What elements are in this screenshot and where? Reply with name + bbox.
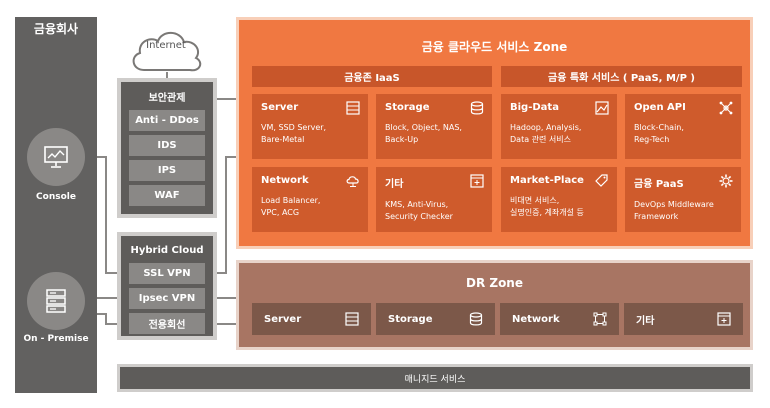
card-desc: KMS, Anti-Virus, Security Checker [385,200,453,221]
window-plus-icon [470,174,484,188]
cloud-network-icon [346,176,359,187]
dr-item-label: Storage [388,313,433,325]
card-marketplace: Market-Place 비대면 서비스, 실명인증, 계좌개설 등 [501,167,617,232]
onpremise-node [27,272,85,330]
card-server: Server VM, SSD Server, Bare-Metal [252,94,368,159]
security-item: IDS [129,135,205,156]
connector-line [225,156,227,274]
card-desc: Block, Object, NAS, Back-Up [385,123,462,144]
hybrid-cloud-title: Hybrid Cloud [130,245,204,256]
dr-zone-title: DR Zone [465,276,523,290]
chart-image-icon [595,101,609,115]
card-desc: DevOps Middleware Framework [634,200,714,221]
card-openapi: Open API Block-Chain, Reg-Tech [625,94,741,159]
security-item: IPS [129,160,205,181]
card-bigdata: Big-Data Hadoop, Analysis, Data 관련 서비스 [501,94,617,159]
card-desc: Block-Chain, Reg-Tech [634,123,684,144]
monitor-icon [44,146,68,168]
card-desc: VM, SSD Server, Bare-Metal [261,123,327,144]
card-network: Network Load Balancer, VPC, ACG [252,167,368,232]
card-desc: Hadoop, Analysis, Data 관련 서비스 [510,123,582,144]
card-desc: Load Balancer, VPC, ACG [261,196,321,217]
connector-line [105,156,107,272]
console-label: Console [36,192,76,202]
network-nodes-icon [593,312,607,326]
internet-label: Internet [146,40,186,51]
hybrid-item: 전용회선 [129,313,205,334]
security-title: 보안관제 [148,93,186,104]
dr-item-label: Network [512,313,560,325]
dr-item-label: Server [264,313,302,325]
onpremise-label: On - Premise [23,334,89,344]
hybrid-item: Ipsec VPN [129,288,205,309]
server-rack-icon [46,289,66,313]
managed-services-bar: 매니지드 서비스 [117,364,753,392]
dr-item-network: Network [500,303,619,335]
server-icon [345,312,359,326]
hybrid-item: SSL VPN [129,263,205,284]
database-icon [469,312,483,326]
dr-item-server: Server [252,303,371,335]
database-icon [470,101,484,115]
zone-title: 금융 클라우드 서비스 Zone [421,40,568,54]
console-node [27,128,85,186]
dr-item-label: 기타 [636,315,655,327]
network-nodes-icon [719,101,733,115]
security-item: WAF [129,185,205,206]
dr-item-etc: 기타 [624,303,743,335]
tag-gear-icon [595,174,608,187]
server-icon [346,101,360,115]
security-item: Anti - DDos [129,110,205,131]
iaas-band: 금융존 IaaS [252,66,492,87]
card-finance-paas: 금융 PaaS DevOps Middleware Framework [625,167,741,232]
company-title: 금융회사 [33,22,79,36]
gear-icon [719,174,733,188]
card-storage: Storage Block, Object, NAS, Back-Up [376,94,492,159]
special-service-band: 금융 특화 서비스 ( PaaS, M/P ) [501,66,742,87]
dr-item-storage: Storage [376,303,495,335]
card-desc: 비대면 서비스, 실명인증, 계좌개설 등 [510,196,584,217]
cloud-icon [132,31,202,72]
card-etc: 기타 KMS, Anti-Virus, Security Checker [376,167,492,232]
window-plus-icon [717,312,731,326]
